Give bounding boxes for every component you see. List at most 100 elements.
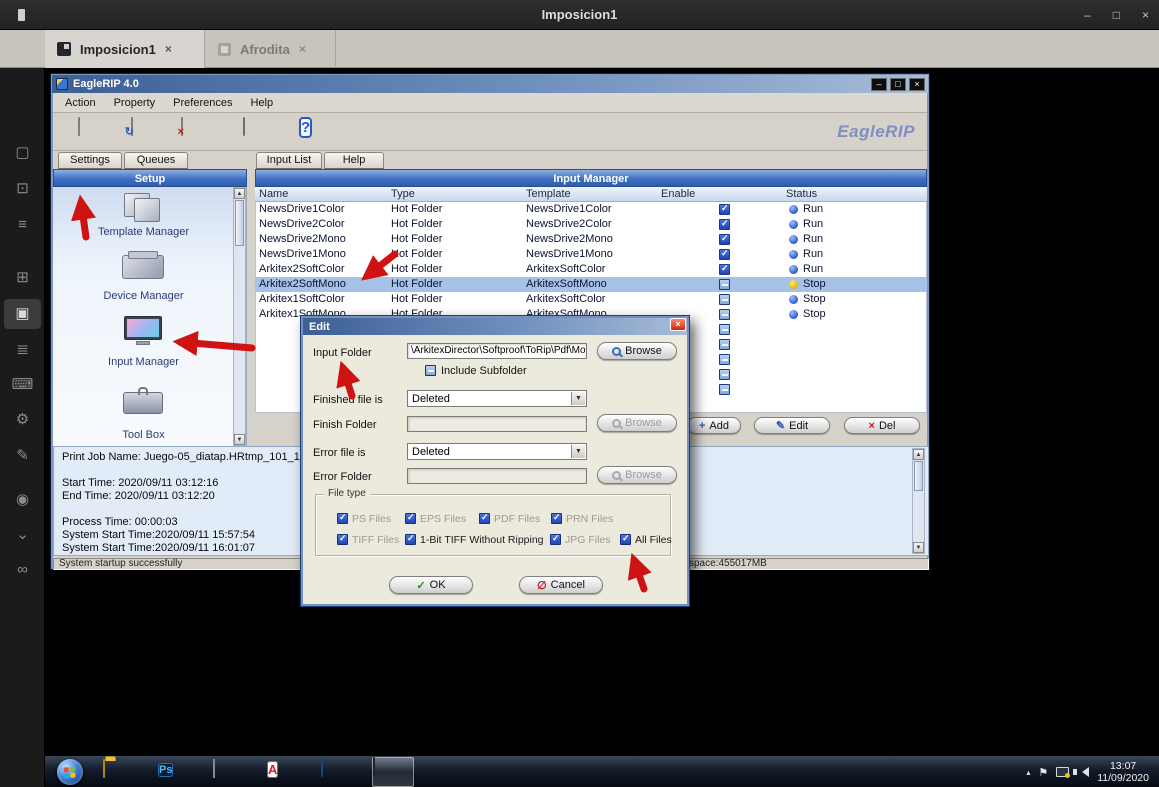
error-file-dropdown[interactable]: Deleted ▼ (407, 443, 587, 460)
active-app-eaglerip[interactable] (372, 757, 414, 787)
keyboard-icon[interactable]: ⌨ (0, 370, 45, 400)
enable-checkbox[interactable] (719, 219, 730, 230)
chevron-down-icon[interactable]: ⌄ (0, 520, 45, 550)
sidebar-item-input-manager[interactable]: Input Manager (53, 356, 234, 368)
chevron-down-icon[interactable]: ▼ (571, 392, 585, 405)
maximize-icon[interactable]: □ (890, 78, 906, 91)
tab-settings[interactable]: Settings (58, 152, 122, 169)
ok-button[interactable]: ✓ OK (389, 576, 473, 594)
input-folder-field[interactable]: \ArkitexDirector\Softproof\ToRip\Pdf\Mon… (407, 343, 587, 359)
close-icon[interactable]: × (909, 78, 925, 91)
sidebar-item-tool-box[interactable]: Tool Box (53, 429, 234, 441)
close-icon[interactable]: × (1142, 8, 1149, 22)
table-row[interactable]: NewsDrive2Mono Hot Folder NewsDrive2Mono… (255, 232, 927, 247)
stop-input-icon[interactable]: × (181, 118, 207, 146)
tab-close-icon[interactable]: × (165, 42, 172, 56)
filetype-tiff-checkbox[interactable] (337, 534, 348, 545)
enable-checkbox[interactable] (719, 384, 730, 395)
enable-checkbox[interactable] (719, 279, 730, 290)
tab-afrodita[interactable]: Afrodita × (206, 30, 336, 68)
table-row[interactable]: Arkitex1SoftColor Hot Folder ArkitexSoft… (255, 292, 927, 307)
display-tray-icon[interactable] (1056, 767, 1069, 777)
file-explorer-icon[interactable] (103, 760, 129, 784)
clock[interactable]: 13:07 11/09/2020 (1097, 760, 1155, 784)
tab-help[interactable]: Help (324, 152, 384, 169)
link-icon[interactable]: ∞ (0, 555, 45, 585)
col-name[interactable]: Name (259, 188, 288, 200)
menu-property[interactable]: Property (114, 97, 156, 109)
enable-checkbox[interactable] (719, 324, 730, 335)
menu-icon[interactable]: ≣ (0, 335, 45, 365)
table-row[interactable]: Arkitex2SoftColor Hot Folder ArkitexSoft… (255, 262, 927, 277)
filetype-prn-checkbox[interactable] (551, 513, 562, 524)
enable-checkbox[interactable] (719, 204, 730, 215)
enable-checkbox[interactable] (719, 294, 730, 305)
table-row[interactable]: NewsDrive1Color Hot Folder NewsDrive1Col… (255, 202, 927, 217)
maximize-icon[interactable]: □ (1113, 8, 1120, 22)
minimize-icon[interactable]: – (1084, 8, 1091, 22)
col-type[interactable]: Type (391, 188, 415, 200)
filetype-pdf-checkbox[interactable] (479, 513, 490, 524)
include-subfolder-checkbox[interactable] (425, 365, 436, 376)
action-center-icon[interactable]: ⚑ (1038, 766, 1048, 779)
tray-expand-icon[interactable]: ▴ (1026, 768, 1030, 777)
filetype-jpg-checkbox[interactable] (550, 534, 561, 545)
col-status[interactable]: Status (786, 188, 817, 200)
camera-icon[interactable]: ◉ (0, 485, 45, 515)
browse-input-folder-button[interactable]: Browse (597, 342, 677, 360)
window-grid-icon[interactable]: ⊞ (0, 263, 45, 293)
tab-imposicion1[interactable]: Imposicion1 × (45, 30, 205, 68)
tab-input-list[interactable]: Input List (256, 152, 322, 169)
eaglerip-titlebar[interactable]: EagleRIP 4.0 – □ × (52, 75, 928, 93)
filetype-1bit-checkbox[interactable] (405, 534, 416, 545)
setup-scrollbar[interactable]: ▲ ▼ (233, 187, 246, 446)
table-row[interactable]: NewsDrive1Mono Hot Folder NewsDrive1Mono… (255, 247, 927, 262)
enable-checkbox[interactable] (719, 339, 730, 350)
table-row[interactable]: NewsDrive2Color Hot Folder NewsDrive2Col… (255, 217, 927, 232)
browser-icon[interactable] (321, 760, 347, 784)
acrobat-icon[interactable]: A (267, 760, 293, 784)
document-icon[interactable] (243, 118, 269, 146)
settings-gear-icon[interactable]: ⚙ (0, 405, 45, 435)
panel-splitter[interactable] (247, 169, 255, 446)
enable-checkbox[interactable] (719, 354, 730, 365)
image-viewer-icon[interactable] (213, 760, 239, 784)
fullscreen-icon[interactable]: ⊡ (0, 174, 45, 204)
screenshot-icon[interactable]: ▣ (4, 299, 41, 329)
table-row-selected[interactable]: Arkitex2SoftMono Hot Folder ArkitexSoftM… (255, 277, 927, 292)
refresh-input-icon[interactable]: ↻ (131, 118, 157, 146)
menu-preferences[interactable]: Preferences (173, 97, 232, 109)
photoshop-icon[interactable]: Ps (158, 760, 184, 784)
col-enable[interactable]: Enable (661, 188, 695, 200)
list-icon[interactable]: ≡ (0, 210, 45, 240)
sidebar-item-device-manager[interactable]: Device Manager (53, 290, 234, 302)
filetype-all-checkbox[interactable] (620, 534, 631, 545)
device-manager-icon[interactable] (120, 251, 166, 283)
enable-checkbox[interactable] (719, 369, 730, 380)
start-input-icon[interactable] (78, 118, 104, 146)
del-button[interactable]: × Del (844, 417, 920, 434)
cancel-button[interactable]: ∅ Cancel (519, 576, 603, 594)
tab-close-icon[interactable]: × (299, 42, 306, 56)
sidebar-item-template-manager[interactable]: Template Manager (53, 226, 234, 238)
close-icon[interactable]: × (670, 318, 686, 331)
tab-queues[interactable]: Queues (124, 152, 188, 169)
filetype-ps-checkbox[interactable] (337, 513, 348, 524)
col-template[interactable]: Template (526, 188, 571, 200)
menu-action[interactable]: Action (65, 97, 96, 109)
region-select-icon[interactable]: ▢ (0, 138, 45, 168)
finished-file-dropdown[interactable]: Deleted ▼ (407, 390, 587, 407)
menu-help[interactable]: Help (250, 97, 273, 109)
enable-checkbox[interactable] (719, 234, 730, 245)
add-button[interactable]: + Add (687, 417, 741, 434)
tools-icon[interactable]: ✎ (0, 441, 45, 471)
tool-box-icon[interactable] (120, 384, 166, 416)
volume-icon[interactable] (1077, 767, 1089, 777)
help-icon[interactable]: ? (299, 118, 325, 146)
log-scrollbar[interactable]: ▲ ▼ (912, 448, 925, 554)
filetype-eps-checkbox[interactable] (405, 513, 416, 524)
enable-checkbox[interactable] (719, 249, 730, 260)
minimize-icon[interactable]: – (871, 78, 887, 91)
edit-dialog-titlebar[interactable]: Edit (303, 318, 687, 335)
template-manager-icon[interactable] (120, 191, 166, 223)
